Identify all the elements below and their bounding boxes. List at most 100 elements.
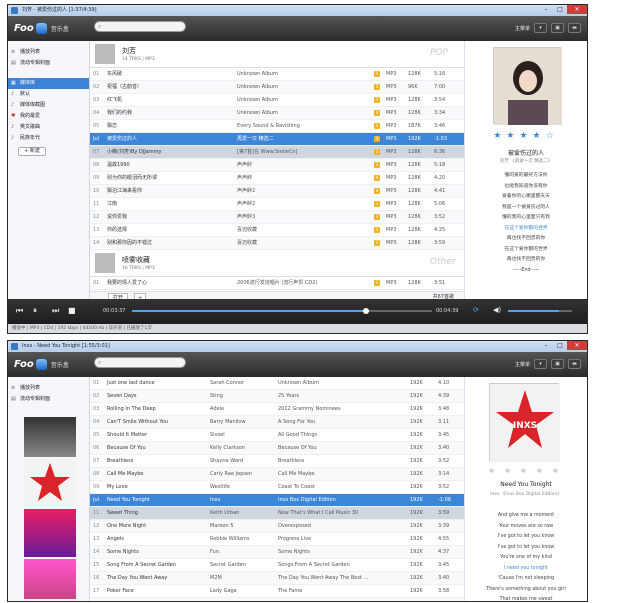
table-row[interactable]: 07 小薇(刘芳)By DJJammy [第7首]在 Www.SmileCn] 3 MP… bbox=[90, 146, 466, 159]
seek-bar[interactable] bbox=[132, 308, 432, 314]
sidebar-item-playlist[interactable]: ≡ 播放列表 bbox=[8, 383, 89, 394]
sidebar-label: 民族年代 bbox=[20, 135, 41, 141]
volume-slider[interactable] bbox=[508, 310, 572, 312]
window-title: 刘芳 - 被爱伤过的人 [1:37/4:39] bbox=[22, 7, 97, 13]
sidebar-item-english[interactable]: ♪ 英文歌曲 bbox=[8, 122, 89, 133]
track-duration: 3:39 bbox=[438, 523, 450, 529]
maximize-button[interactable]: □ bbox=[553, 341, 567, 350]
table-row[interactable]: 01 东风破 Unknown Album 5 MP3 128K 5:16 bbox=[90, 68, 466, 81]
table-row[interactable]: 02 Seven Days Sting 25 Years 192K 4:39 bbox=[90, 390, 466, 403]
search-input[interactable]: ⌕ bbox=[94, 21, 186, 32]
track-title: Breathless bbox=[107, 458, 134, 464]
main-menu-label[interactable]: 主菜单 bbox=[515, 361, 530, 368]
table-row[interactable]: 02 祝福（古韵音） Unknown Album 5 MP3 96K 7:00 bbox=[90, 81, 466, 94]
next-button[interactable]: ⏭ bbox=[52, 306, 59, 316]
track-title: 我们的约我 bbox=[107, 110, 133, 116]
sidebar-item-coverflow[interactable]: ▤ 流动专辑封面 bbox=[8, 58, 89, 69]
track-duration: 3:52 bbox=[438, 484, 450, 490]
sidebar-item-era[interactable]: ♪ 民族年代 bbox=[8, 133, 89, 144]
sidebar-label: 英文歌曲 bbox=[20, 124, 41, 130]
track-title: 温故1990 bbox=[107, 162, 130, 168]
prev-button[interactable]: ⏮ bbox=[16, 306, 23, 316]
search-icon: ⌕ bbox=[98, 23, 102, 30]
table-row[interactable]: 11 江南 声声醉2 3 MP3 128K 5:06 bbox=[90, 198, 466, 211]
minimize-button[interactable]: – bbox=[539, 5, 553, 14]
table-row[interactable]: 14 Some Nights Fun. Some Nights 192K 4:37 bbox=[90, 546, 466, 559]
sidebar-item-default[interactable]: ♪ 默认 bbox=[8, 89, 89, 100]
minimize-button[interactable]: – bbox=[539, 341, 553, 350]
track-title: 被爱伤过的人 bbox=[107, 136, 138, 142]
table-row[interactable]: 08 温故1990 声声醉 3 MP3 128K 5:18 bbox=[90, 159, 466, 172]
menu-icon[interactable]: ▾ bbox=[534, 23, 547, 33]
sidebar-item-favorites[interactable]: ♥ 我的最爱 bbox=[8, 111, 89, 122]
close-button[interactable]: ✕ bbox=[567, 5, 587, 14]
table-row[interactable]: 15 Song From A Secret Garden Secret Garden… bbox=[90, 559, 466, 572]
main-menu-label[interactable]: 主菜单 bbox=[515, 25, 530, 32]
table-row[interactable]: 05 Should It Matter Sixsel All Good Things 1… bbox=[90, 429, 466, 442]
sidebar-item-screenshot[interactable]: ♪ 媒体库截图 bbox=[8, 100, 89, 111]
rating-stars[interactable]: ● ● ● ● ● bbox=[465, 468, 587, 474]
sidebar-item-playlist[interactable]: ≡ 播放列表 bbox=[8, 47, 89, 58]
album-art-westlife[interactable] bbox=[24, 417, 76, 457]
lyric-line: You're one of my kind bbox=[500, 555, 552, 560]
skin-icon[interactable]: ▣ bbox=[551, 23, 564, 33]
rating-stars[interactable]: ★★★★☆ bbox=[465, 131, 587, 141]
table-row[interactable]: 12 说你爱我 声声醉3 3 MP3 128K 3:52 bbox=[90, 211, 466, 224]
track-duration: 3:40 bbox=[438, 445, 450, 451]
table-row[interactable]: 03 红飞机 Unknown Album 5 MP3 128K 3:54 bbox=[90, 94, 466, 107]
album-art-inxs[interactable] bbox=[24, 459, 76, 507]
table-row[interactable]: 10 飘泊江海来看你 声声醉2 4 MP3 128K 4:41 bbox=[90, 185, 466, 198]
track-title: Poker Face bbox=[107, 588, 134, 594]
table-row[interactable]: 08 Call Me Maybe Carly Rae Jepsen Call Me M… bbox=[90, 468, 466, 481]
table-row[interactable]: 09 别为你的眼泪而无所谓 声声醉 4 MP3 128K 4:20 bbox=[90, 172, 466, 185]
track-bitrate: 128K bbox=[408, 71, 421, 77]
table-row[interactable]: 04 Can'T Smile Without You Barry Manilow A … bbox=[90, 416, 466, 429]
quality-badge: 3 bbox=[374, 214, 380, 220]
table-row[interactable]: 01 我要的情人爱了心 2006流行发烧唱片 (流行声贯 CD2) 3 MP3 128K 3… bbox=[90, 277, 466, 290]
table-row[interactable]: 04 我们的约我 Unknown Album 4 MP3 128K 3:34 bbox=[90, 107, 466, 120]
table-row[interactable]: 07 Breathless Shayne Ward Breathless 192K 3:5… bbox=[90, 455, 466, 468]
track-number: 14 bbox=[93, 240, 100, 246]
table-row[interactable]: Jul 被爱伤过的人 再爱一次 精选二 4 MP3 192K -1:03 bbox=[90, 133, 466, 146]
pause-button[interactable]: ⏸ bbox=[33, 306, 37, 316]
table-row[interactable]: 14 别和那你因的不错过 喜迈收藏 3 MP3 128K 3:59 bbox=[90, 237, 466, 250]
sidebar-item-coverflow[interactable]: ▤ 流动专辑封面 bbox=[8, 394, 89, 405]
track-bitrate: 192K bbox=[408, 136, 421, 142]
table-row[interactable]: 18 The Tide Is HighAtomic Kitten Feels So … bbox=[90, 598, 466, 601]
track-album: Unknown Album bbox=[237, 84, 278, 90]
table-row[interactable]: 13 你的选择 喜迈收藏 3 MP3 128K 4:25 bbox=[90, 224, 466, 237]
album-art-now30[interactable] bbox=[24, 509, 76, 557]
album-art-other[interactable] bbox=[24, 559, 76, 599]
table-row[interactable]: 09 My Love Westlife Coast To Coast 192K 3:52 bbox=[90, 481, 466, 494]
maximize-button[interactable]: □ bbox=[553, 5, 567, 14]
table-row[interactable]: 05 飘恋 Every Sound & Ravishing 4 MP3 187K 3:46 bbox=[90, 120, 466, 133]
mini-mode-icon[interactable]: ▬ bbox=[568, 359, 581, 369]
playback-bar: ⏮ ⏸ ⏭ ■ 00:03:37 00:04:39 ⟳ ◀) bbox=[8, 299, 587, 324]
repeat-icon[interactable]: ⟳ bbox=[473, 306, 479, 314]
stop-button[interactable]: ■ bbox=[68, 306, 76, 315]
volume-icon[interactable]: ◀) bbox=[493, 306, 501, 314]
skin-icon[interactable]: ▣ bbox=[551, 359, 564, 369]
track-bitrate: 192K bbox=[410, 445, 423, 451]
mini-mode-icon[interactable]: ▬ bbox=[568, 23, 581, 33]
menu-icon[interactable]: ▾ bbox=[534, 359, 547, 369]
new-playlist-button[interactable]: + 新建 bbox=[18, 147, 46, 156]
table-row[interactable]: 13 Angels Robbie Williams Progress Live 192K… bbox=[90, 533, 466, 546]
track-title: 飘恋 bbox=[107, 123, 118, 129]
seek-knob[interactable] bbox=[362, 308, 369, 314]
table-row[interactable]: 01 Just one last dance Sarah Connor Unknown… bbox=[90, 377, 466, 390]
table-row[interactable]: 11 Sweet Thing Keith Urban Now That's What … bbox=[90, 507, 466, 520]
close-button[interactable]: ✕ bbox=[567, 341, 587, 350]
table-row[interactable]: 12 One More Night Maroon 5 Overexposed 192K 3… bbox=[90, 520, 466, 533]
table-row[interactable]: Jul Need You Tonight Inxs Inxs Box Digital … bbox=[90, 494, 466, 507]
table-row[interactable]: 17 Poker Face Lady Gaga The Fame 192K 3:58 bbox=[90, 585, 466, 598]
volume-fill bbox=[508, 310, 560, 312]
sidebar-item-library[interactable]: ▦ 媒体库 bbox=[8, 78, 89, 89]
table-row[interactable]: 06 Because Of You Kelly Clarkson Because Of… bbox=[90, 442, 466, 455]
search-input[interactable]: ⌕ bbox=[94, 357, 186, 368]
table-row[interactable]: 16 The Day You Went Away M2M The Day You We… bbox=[90, 572, 466, 585]
table-row[interactable]: 03 Rolling In The Deep Adele 2012 Grammy No… bbox=[90, 403, 466, 416]
track-artist: Secret Garden bbox=[210, 562, 246, 568]
now-playing-title: Need You Tonight bbox=[500, 481, 552, 488]
lyric-line: 再也找不回曾的你 bbox=[506, 257, 546, 262]
